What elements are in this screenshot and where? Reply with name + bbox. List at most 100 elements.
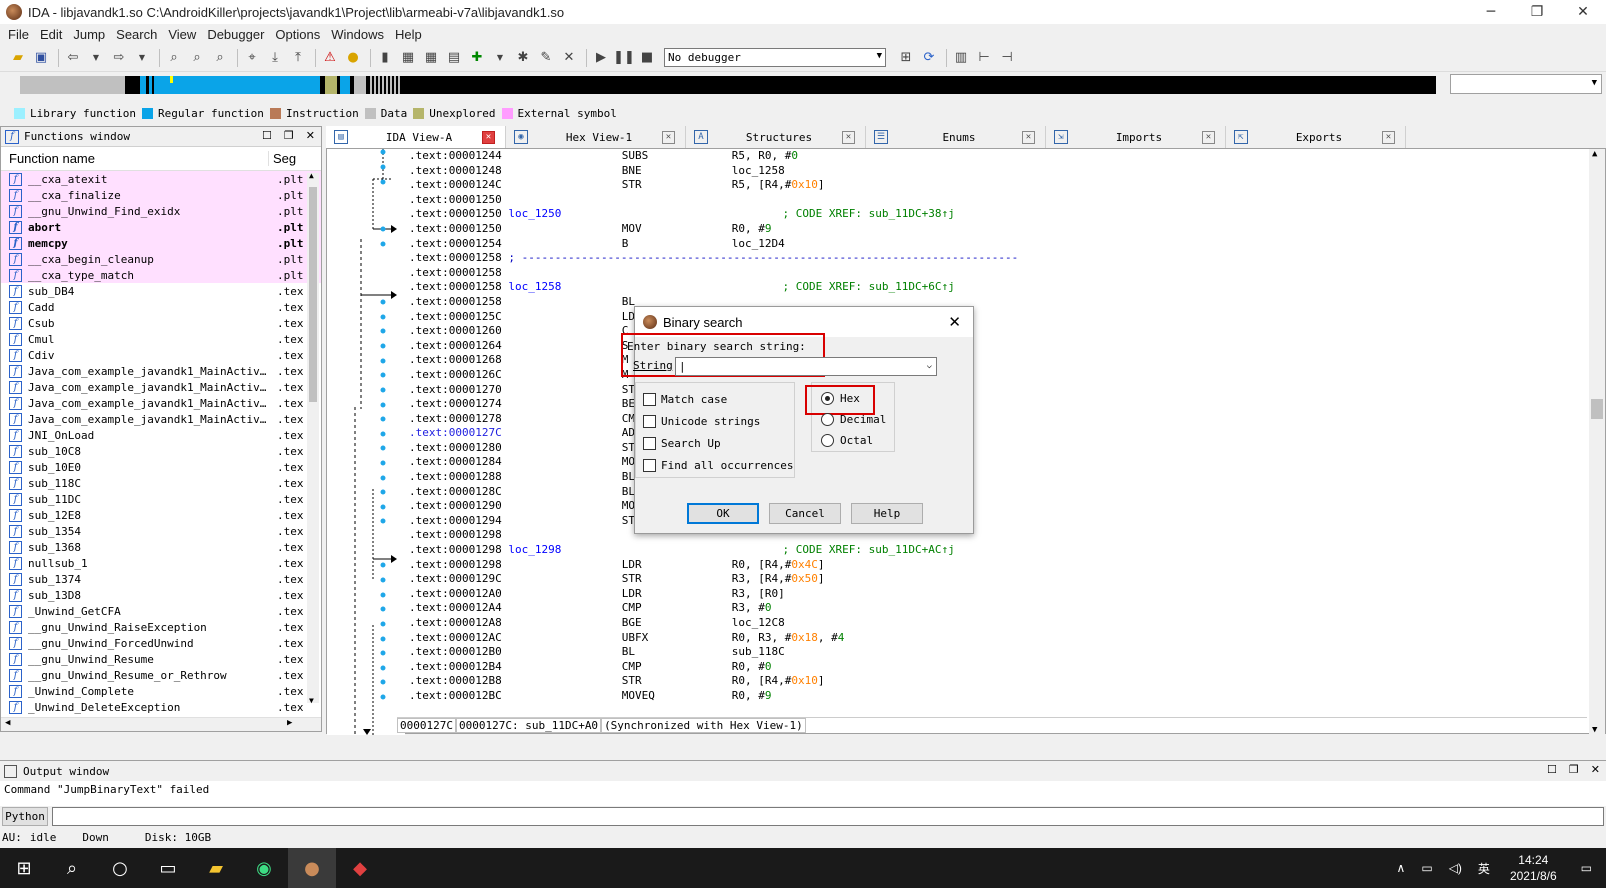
search-next-icon[interactable]: ⌖: [242, 48, 262, 68]
close-window-button[interactable]: ✕: [1560, 0, 1606, 24]
network-icon[interactable]: ▭: [1421, 861, 1432, 875]
find-all-occurrences-checkbox[interactable]: Find all occurrences: [643, 454, 793, 476]
functions-hscrollbar[interactable]: ◀ ▶: [1, 717, 321, 731]
listing-line[interactable]: .text:00001258 ; -----------------------…: [409, 251, 1569, 266]
help-button[interactable]: Help: [851, 503, 923, 524]
cancel-button[interactable]: Cancel: [769, 503, 841, 524]
star-icon[interactable]: ✱: [513, 48, 533, 68]
listing-line[interactable]: .text:0000126C M: [409, 368, 1569, 383]
xref-icon[interactable]: ⊣: [997, 48, 1017, 68]
task-view-icon[interactable]: ▭: [144, 848, 192, 888]
function-row[interactable]: f __cxa_finalize .plt: [1, 187, 321, 203]
match-case-checkbox[interactable]: Match case: [643, 388, 793, 410]
tab-ida-view-a[interactable]: ▤ IDA View-A ✕: [326, 126, 506, 148]
graph-icon[interactable]: ▥: [951, 48, 971, 68]
function-row[interactable]: f __gnu_Unwind_ForcedUnwind .tex: [1, 635, 321, 651]
menu-edit[interactable]: Edit: [40, 27, 62, 42]
navigation-band[interactable]: [20, 76, 1436, 94]
listing-line[interactable]: .text:000012A0 LDR R3, [R0]: [409, 587, 1569, 602]
listing-line[interactable]: .text:000012B8 STR R0, [R4,#0x10]: [409, 674, 1569, 689]
listing-line[interactable]: .text:00001248 BNE loc_1258: [409, 164, 1569, 179]
ime-indicator[interactable]: 英: [1478, 860, 1490, 877]
python-button[interactable]: Python: [2, 806, 48, 826]
edit-icon[interactable]: ✎: [536, 48, 556, 68]
float-pane-icon[interactable]: ☐: [262, 129, 272, 142]
listing-line[interactable]: .text:000012BC MOVEQ R0, #9: [409, 689, 1569, 704]
octal-radio[interactable]: Octal: [821, 430, 886, 451]
close-tab-icon[interactable]: ✕: [1022, 130, 1035, 144]
function-row[interactable]: f sub_13D8 .tex: [1, 587, 321, 603]
function-row[interactable]: f sub_10C8 .tex: [1, 443, 321, 459]
tab-structures[interactable]: A Structures ✕: [686, 126, 866, 148]
listing-line[interactable]: .text:00001270 ST: [409, 383, 1569, 398]
chevron-down-icon[interactable]: ⌵: [927, 358, 932, 375]
close-tab-icon[interactable]: ✕: [1202, 130, 1215, 144]
listing-line[interactable]: .text:00001294STRR0, [R4,#0x4C]: [409, 514, 1569, 529]
line-label[interactable]: loc_1258: [508, 280, 561, 293]
function-row[interactable]: f Java_com_example_javandk1_MainActivity……: [1, 395, 321, 411]
listing-scrollbar[interactable]: ▲ ▼: [1589, 149, 1605, 735]
tab-hex-view-1[interactable]: ◉ Hex View-1 ✕: [506, 126, 686, 148]
function-row[interactable]: f Java_com_example_javandk1_MainActivity……: [1, 411, 321, 427]
listing-line[interactable]: .text:00001298 LDR R0, [R4,#0x4C]: [409, 558, 1569, 573]
listing-line[interactable]: .text:0000128C BL: [409, 485, 1569, 500]
close-tab-icon[interactable]: ✕: [482, 130, 495, 144]
navigation-combo[interactable]: ▼: [1450, 74, 1602, 94]
listing-line[interactable]: .text:00001284 MO: [409, 455, 1569, 470]
listing-line[interactable]: .text:00001280 ST: [409, 441, 1569, 456]
function-row[interactable]: f sub_1374 .tex: [1, 571, 321, 587]
plus-dropdown-icon[interactable]: ▼: [490, 48, 510, 68]
function-row[interactable]: f sub_10E0 .tex: [1, 459, 321, 475]
listing-line[interactable]: .text:000012A8 BGE loc_12C8: [409, 616, 1569, 631]
function-row[interactable]: f Java_com_example_javandk1_MainActivity……: [1, 363, 321, 379]
listing-line[interactable]: .text:00001264 S: [409, 339, 1569, 354]
tray-chevron-icon[interactable]: ∧: [1397, 861, 1406, 875]
notification-icon[interactable]: ▭: [1581, 861, 1592, 875]
listing-line[interactable]: .text:0000124C STR R5, [R4,#0x10]: [409, 178, 1569, 193]
command-input[interactable]: [52, 806, 1604, 826]
function-row[interactable]: f sub_118C .tex: [1, 475, 321, 491]
listing-line[interactable]: .text:00001258: [409, 266, 1569, 281]
search-binary-icon[interactable]: ⌕: [187, 48, 207, 68]
red-app-icon[interactable]: ◆: [336, 848, 384, 888]
close-tab-icon[interactable]: ✕: [842, 130, 855, 144]
menu-search[interactable]: Search: [116, 27, 157, 42]
hex-radio[interactable]: Hex: [821, 388, 886, 409]
listing-line[interactable]: .text:00001254 Bloc_12D4: [409, 237, 1569, 252]
stop-icon[interactable]: ■: [637, 48, 657, 68]
close-tab-icon[interactable]: ✕: [662, 130, 675, 144]
column-segment[interactable]: Seg: [269, 151, 296, 166]
function-row[interactable]: f Cadd .tex: [1, 299, 321, 315]
function-row[interactable]: f sub_1354 .tex: [1, 523, 321, 539]
sync-icon[interactable]: ⟳: [919, 48, 939, 68]
listing-line[interactable]: .text:00001258 loc_1258 ; CODE XREF: sub_…: [409, 280, 1569, 295]
clock[interactable]: 14:24 2021/8/6: [1510, 852, 1557, 884]
close-tab-icon[interactable]: ✕: [1382, 130, 1395, 144]
play-icon[interactable]: ▶: [591, 48, 611, 68]
search-icon[interactable]: ⌕: [48, 848, 96, 888]
scrollbar-thumb[interactable]: [1591, 399, 1603, 419]
column-function-name[interactable]: Function name: [1, 151, 269, 166]
function-row[interactable]: f sub_1368 .tex: [1, 539, 321, 555]
listing-line[interactable]: .text:000012B4 CMP R0, #0: [409, 660, 1569, 675]
back-arrow-icon[interactable]: ⇦: [63, 48, 83, 68]
windows-start-icon[interactable]: ⊞: [0, 848, 48, 888]
menu-file[interactable]: File: [8, 27, 29, 42]
tab-exports[interactable]: ⇱ Exports ✕: [1226, 126, 1406, 148]
listing-line[interactable]: .text:00001250: [409, 193, 1569, 208]
function-row[interactable]: f Csub .tex: [1, 315, 321, 331]
function-row[interactable]: f __gnu_Unwind_Resume .tex: [1, 651, 321, 667]
listing-line[interactable]: .text:0000129C STR R3, [R4,#0x50]: [409, 572, 1569, 587]
listing-line[interactable]: .text:000012AC UBFX R0, R3, #0x18, #4: [409, 631, 1569, 646]
float-pane-icon[interactable]: ☐: [1547, 763, 1557, 776]
minimize-button[interactable]: ─: [1468, 0, 1514, 24]
restore-button[interactable]: ❐: [1514, 0, 1560, 24]
menu-view[interactable]: View: [168, 27, 196, 42]
save-icon[interactable]: ▣: [31, 48, 51, 68]
bar-icon[interactable]: ▮: [375, 48, 395, 68]
scrollbar-thumb[interactable]: [309, 187, 317, 402]
forward-dropdown-icon[interactable]: ▼: [132, 48, 152, 68]
scroll-down-icon[interactable]: ▼: [1592, 725, 1597, 735]
line-label[interactable]: loc_1250: [508, 207, 561, 220]
function-row[interactable]: f _Unwind_DeleteException .tex: [1, 699, 321, 715]
